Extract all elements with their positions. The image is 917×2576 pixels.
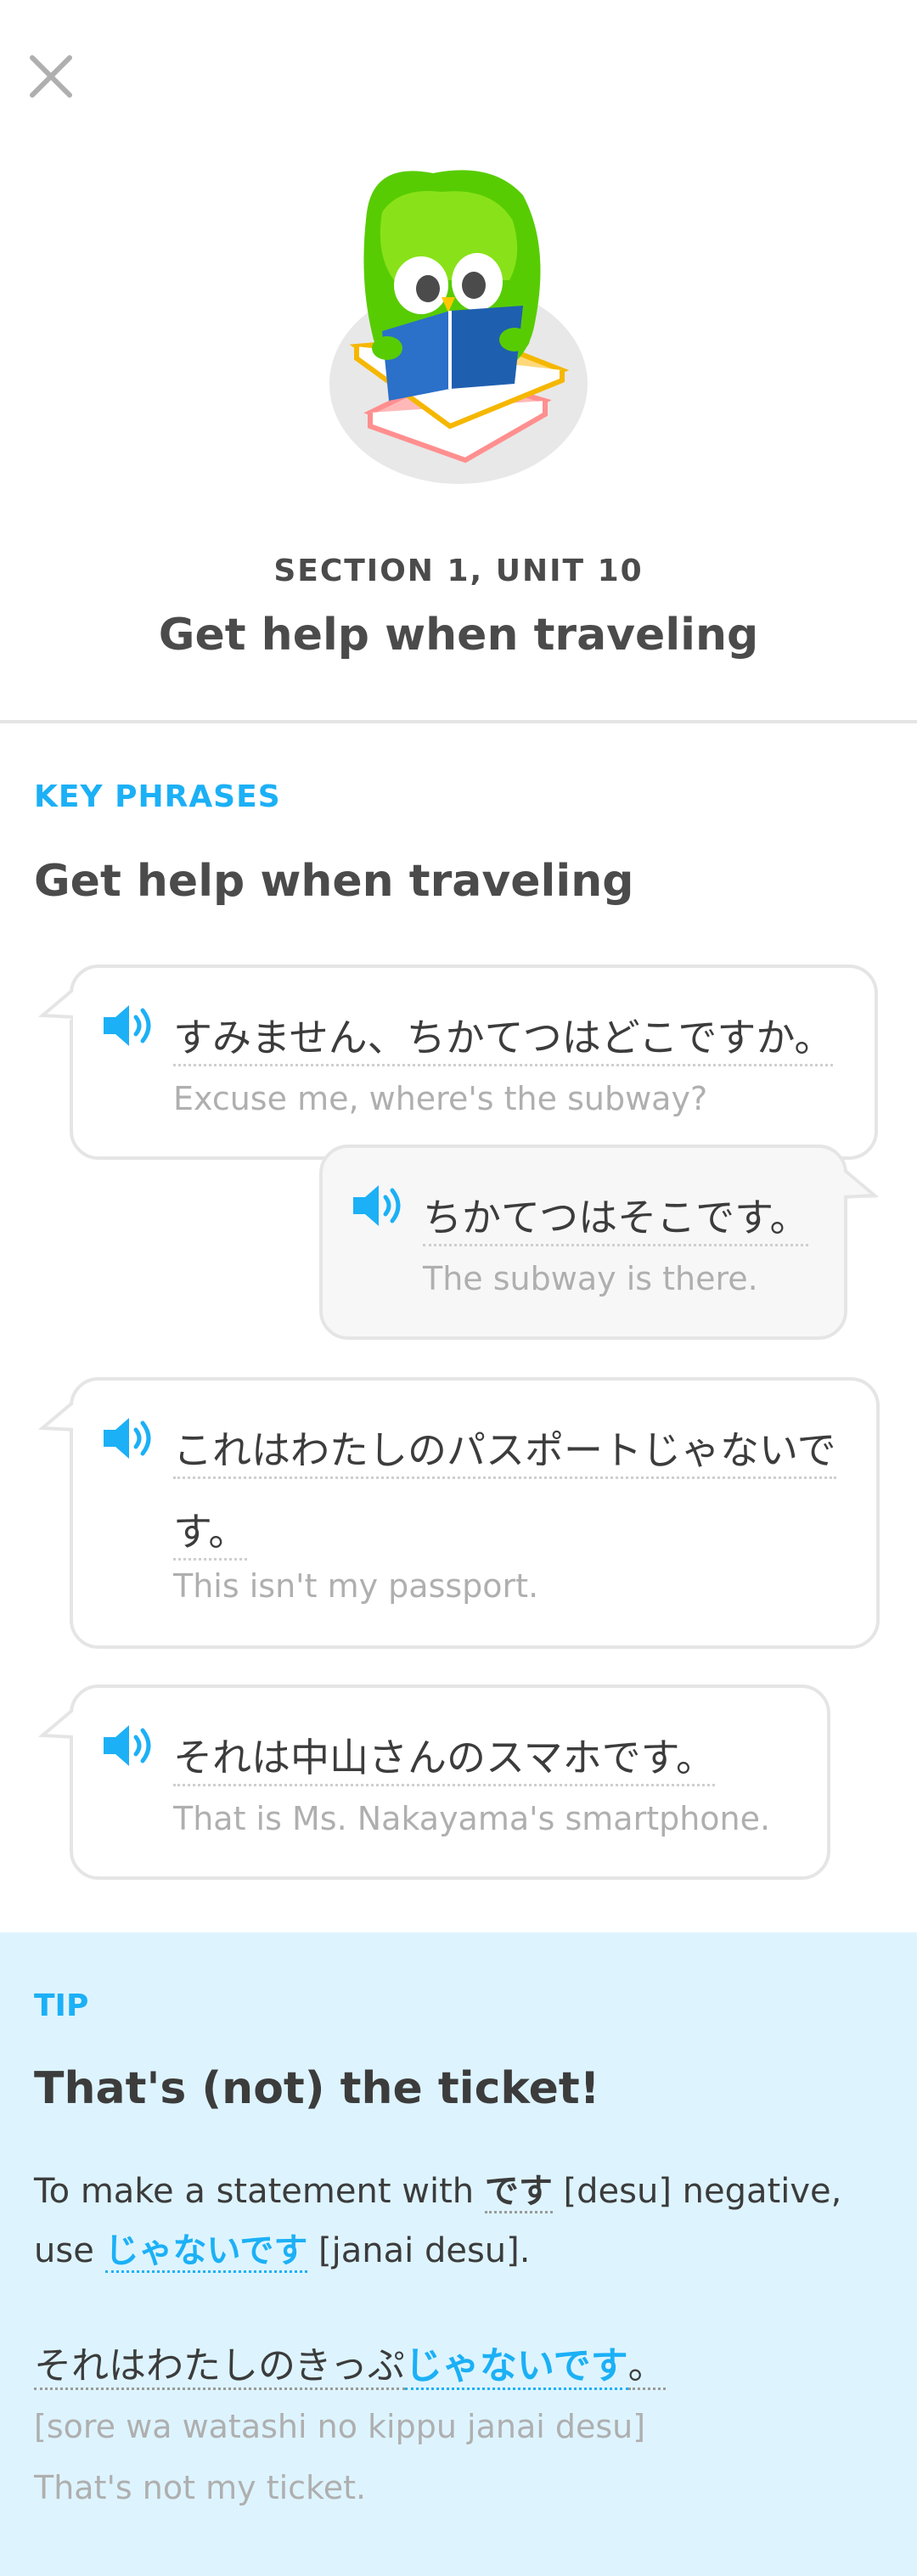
close-button[interactable] (24, 49, 78, 104)
phrase-japanese[interactable]: これはわたしのパスポートじゃないです。 (173, 1409, 856, 1572)
bubble-tail (37, 987, 73, 1021)
key-phrases-title: Get help when traveling (34, 856, 634, 907)
keyword-desu[interactable]: です (484, 2172, 553, 2213)
tip-example-japanese[interactable]: それはわたしのきっぷじゃないです。 (34, 2335, 666, 2390)
tip-example-translation: That's not my ticket. (34, 2469, 367, 2506)
phrase-japanese[interactable]: ちかてつはそこです。 (423, 1177, 824, 1258)
unit-title: Get help when traveling (158, 610, 759, 661)
phrase-translation: Excuse me, where's the subway? (173, 1080, 708, 1117)
phrase-translation: The subway is there. (423, 1260, 758, 1297)
keyword-janai-desu[interactable]: じゃないです (104, 2231, 308, 2273)
phrase-japanese[interactable]: それは中山さんのスマホです。 (173, 1717, 807, 1798)
phrase-bubble: それは中山さんのスマホです。 That is Ms. Nakayama's sm… (37, 1685, 830, 1880)
bubble-tail (37, 1400, 73, 1431)
example-end: 。 (627, 2344, 666, 2390)
phrase-bubble: すみません、ちかてつはどこですか。 Excuse me, where's the… (37, 965, 878, 1160)
key-phrases-label: KEY PHRASES (34, 779, 281, 814)
tip-text: [janai desu]. (307, 2231, 531, 2270)
example-highlight: じゃないです (404, 2344, 628, 2390)
bubble-tail (37, 1707, 73, 1739)
divider (0, 720, 917, 723)
tip-text: To make a statement with (34, 2172, 485, 2211)
speaker-icon[interactable] (102, 1415, 156, 1462)
close-icon (30, 55, 72, 98)
phrase-translation: That is Ms. Nakayama's smartphone. (173, 1800, 771, 1837)
phrase-bubble-reply: ちかてつはそこです。 The subway is there. (319, 1145, 880, 1340)
tip-title: That's (not) the ticket! (34, 2063, 600, 2114)
tip-example-romaji: [sore wa watashi no kippu janai desu] (34, 2408, 646, 2445)
tip-body: To make a statement with です [desu] negat… (34, 2162, 892, 2281)
speaker-icon[interactable] (102, 1002, 156, 1049)
bubble-tail (844, 1167, 880, 1199)
example-base: それはわたしのきっぷ (34, 2344, 405, 2390)
speaker-icon[interactable] (352, 1182, 406, 1229)
tip-label: TIP (34, 1988, 89, 2023)
owl-mascot (329, 170, 588, 484)
phrase-bubble: これはわたしのパスポートじゃないです。 This isn't my passpo… (37, 1377, 880, 1649)
speaker-icon[interactable] (102, 1722, 156, 1769)
phrase-japanese[interactable]: すみません、ちかてつはどこですか。 (173, 997, 854, 1078)
section-label: SECTION 1, UNIT 10 (273, 554, 644, 588)
phrase-translation: This isn't my passport. (173, 1567, 539, 1605)
